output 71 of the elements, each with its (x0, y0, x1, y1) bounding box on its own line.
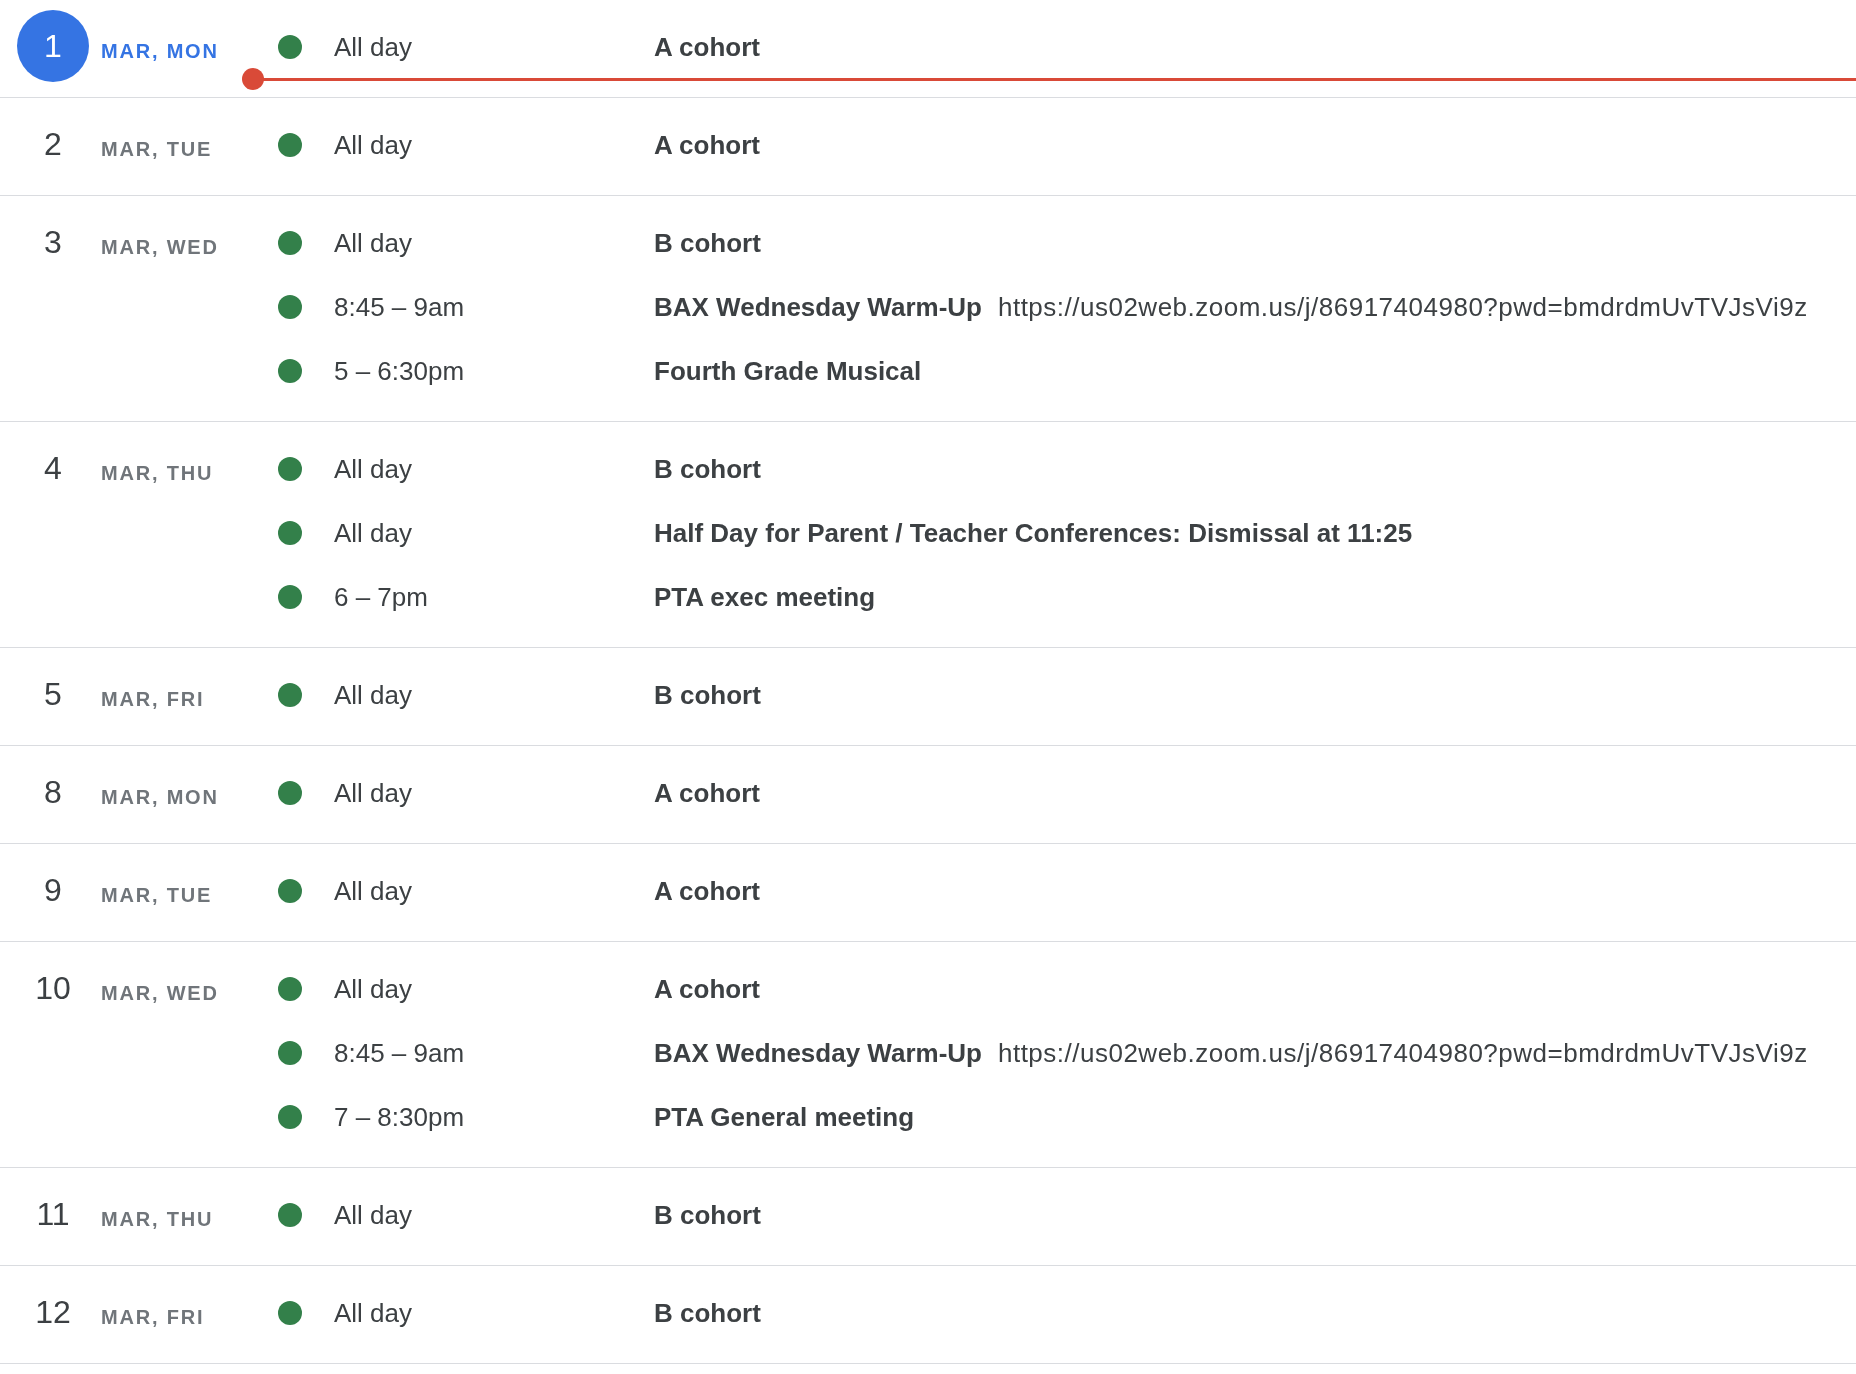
event-time: 8:45 – 9am (334, 291, 466, 323)
day-number[interactable]: 12 (17, 1276, 89, 1348)
event-dot (278, 683, 302, 707)
event-title[interactable]: Fourth Grade Musical (654, 355, 922, 387)
date-label: MAR, MON (101, 40, 219, 63)
event-dot (278, 231, 302, 255)
day-number[interactable]: 5 (17, 658, 89, 730)
event-title[interactable]: B cohort (654, 1199, 761, 1231)
date-label: MAR, TUE (101, 884, 213, 907)
date-label: MAR, FRI (101, 1306, 205, 1329)
event-time: All day (334, 777, 414, 809)
event-dot (278, 35, 302, 59)
event-description: https://us02web.zoom.us/j/86917404980?pwd=bmdrdmUvTVJsVi9z (997, 1037, 1808, 1069)
day-number[interactable]: 3 (17, 206, 89, 278)
event-time: 6 – 7pm (334, 581, 429, 613)
event-time: All day (334, 679, 414, 711)
event-dot (278, 1301, 302, 1325)
date-label: MAR, THU (101, 1208, 214, 1231)
event-time: All day (334, 1297, 414, 1329)
date-label: MAR, MON (101, 786, 219, 809)
day-number[interactable]: 4 (17, 432, 89, 504)
event-dot (278, 879, 302, 903)
date-label: MAR, THU (101, 462, 214, 485)
event-dot (278, 585, 302, 609)
date-label: MAR, FRI (101, 688, 205, 711)
event-title[interactable]: Half Day for Parent / Teacher Conferences: Dismissal at 11:25 (654, 517, 1413, 549)
day-number[interactable]: 8 (17, 756, 89, 828)
event-title[interactable]: B cohort (654, 227, 761, 259)
event-dot (278, 781, 302, 805)
date-label: MAR, WED (101, 236, 219, 259)
event-title[interactable]: A cohort (654, 129, 760, 161)
event-dot (278, 133, 302, 157)
event-time: All day (334, 973, 414, 1005)
event-title[interactable]: A cohort (654, 31, 760, 63)
event-title[interactable]: B cohort (654, 679, 761, 711)
day-number[interactable]: 10 (17, 952, 89, 1024)
event-time: All day (334, 129, 414, 161)
event-title[interactable]: B cohort (654, 453, 761, 485)
event-description: https://us02web.zoom.us/j/86917404980?pwd=bmdrdmUvTVJsVi9z (997, 291, 1808, 323)
event-dot (278, 457, 302, 481)
event-time: All day (334, 227, 414, 259)
event-dot (278, 1105, 302, 1129)
event-time: 7 – 8:30pm (334, 1101, 466, 1133)
event-time: All day (334, 453, 414, 485)
event-dot (278, 359, 302, 383)
event-title[interactable]: PTA General meeting (654, 1101, 915, 1133)
date-label: MAR, TUE (101, 138, 213, 161)
day-number[interactable]: 9 (17, 854, 89, 926)
current-time-dot (242, 68, 264, 90)
event-time: 8:45 – 9am (334, 1037, 466, 1069)
event-dot (278, 1203, 302, 1227)
event-title[interactable]: B cohort (654, 1297, 761, 1329)
day-number[interactable]: 11 (17, 1178, 89, 1250)
event-time: All day (334, 1199, 414, 1231)
event-title[interactable]: A cohort (654, 777, 760, 809)
event-title[interactable]: A cohort (654, 973, 760, 1005)
event-title[interactable]: A cohort (654, 875, 760, 907)
event-dot (278, 977, 302, 1001)
event-time: All day (334, 875, 414, 907)
event-time: All day (334, 31, 414, 63)
day-number[interactable]: 1 (17, 10, 89, 82)
event-time: All day (334, 517, 414, 549)
event-dot (278, 1041, 302, 1065)
event-title[interactable]: BAX Wednesday Warm-Up (654, 291, 982, 323)
event-time: 5 – 6:30pm (334, 355, 466, 387)
event-dot (278, 295, 302, 319)
event-dot (278, 521, 302, 545)
event-title[interactable]: BAX Wednesday Warm-Up (654, 1037, 982, 1069)
day-number[interactable]: 2 (17, 108, 89, 180)
event-title[interactable]: PTA exec meeting (654, 581, 876, 613)
date-label: MAR, WED (101, 982, 219, 1005)
